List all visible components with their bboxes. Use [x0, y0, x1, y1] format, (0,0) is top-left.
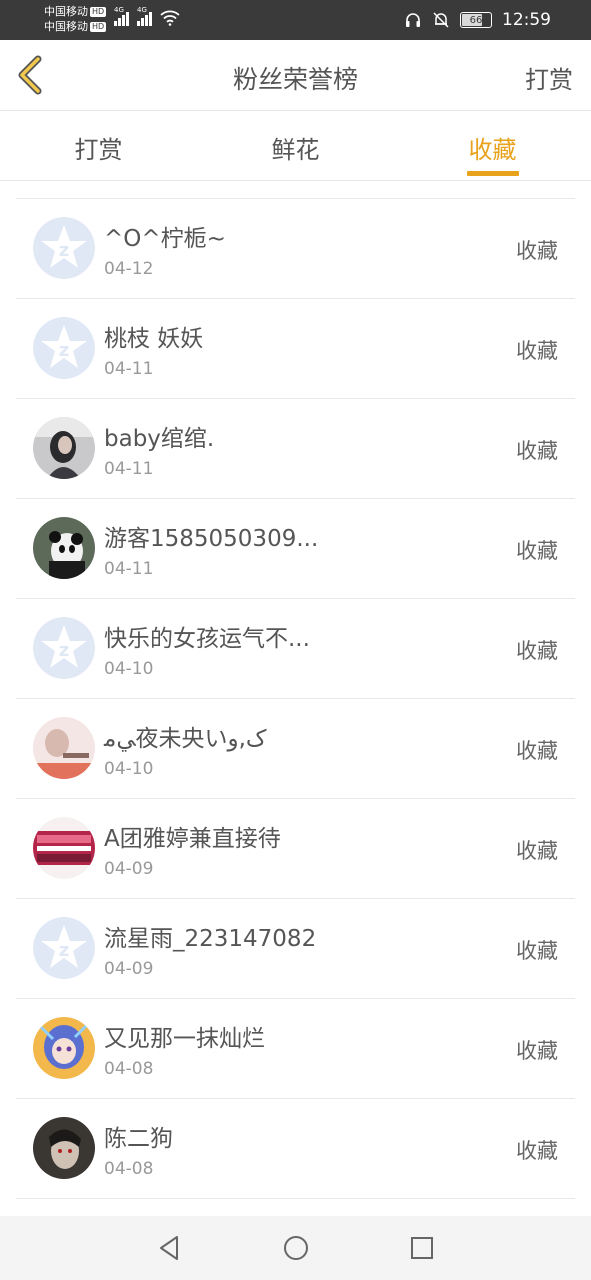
tab-reward[interactable]: 打赏 — [0, 111, 197, 180]
avatar: z — [33, 217, 95, 279]
default-avatar-icon: z — [33, 317, 95, 379]
svg-text:z: z — [59, 340, 69, 361]
battery-icon: 66 — [460, 12, 492, 28]
avatar — [33, 517, 95, 579]
user-name: 桃枝 妖妖 — [104, 326, 204, 352]
carrier-1: 中国移动 — [44, 5, 88, 18]
default-avatar-icon: z — [33, 617, 95, 679]
user-name: A团雅婷兼直接待 — [104, 826, 281, 852]
avatar — [33, 417, 95, 479]
user-photo-icon — [33, 417, 95, 479]
date: 04-08 — [104, 1159, 154, 1179]
clock: 12:59 — [502, 10, 551, 30]
date: 04-11 — [104, 559, 154, 579]
tab-flowers[interactable]: 鲜花 — [197, 111, 394, 180]
user-photo-icon — [33, 1017, 95, 1079]
record-type: 收藏 — [516, 239, 558, 263]
user-name: baby绾绾. — [104, 426, 215, 452]
record-type: 收藏 — [516, 539, 558, 563]
date: 04-10 — [104, 659, 154, 679]
system-nav-bar — [0, 1216, 591, 1280]
date: 04-09 — [104, 859, 154, 879]
back-triangle-icon[interactable] — [153, 1231, 187, 1265]
avatar: z — [33, 617, 95, 679]
avatar — [33, 817, 95, 879]
battery-level: 66 — [469, 15, 483, 26]
list-item[interactable]: 又见那一抹灿烂 04-08 收藏 — [16, 999, 575, 1099]
record-type: 收藏 — [516, 439, 558, 463]
hd-badge: HD — [90, 22, 107, 32]
avatar — [33, 717, 95, 779]
user-photo-icon — [33, 817, 95, 879]
reward-button[interactable]: 打赏 — [525, 60, 573, 95]
svg-text:z: z — [59, 240, 69, 261]
user-name: 快乐的女孩运气不... — [104, 626, 310, 652]
user-name: ^O^柠栀~ — [104, 226, 226, 252]
date: 04-10 — [104, 759, 154, 779]
date: 04-08 — [104, 1059, 154, 1079]
active-tab-indicator — [466, 171, 519, 176]
hd-badge: HD — [90, 7, 107, 17]
default-avatar-icon: z — [33, 917, 95, 979]
record-type: 收藏 — [516, 1139, 558, 1163]
date: 04-09 — [104, 959, 154, 979]
user-name: 游客1585050309... — [104, 526, 319, 552]
svg-text:z: z — [59, 940, 69, 961]
signal-indicators: 4G 4G — [114, 6, 180, 26]
avatar — [33, 1017, 95, 1079]
user-name: ﻲﻣ夜未央いک,ﻭ — [104, 726, 267, 752]
user-name: 流星雨_223147082 — [104, 926, 317, 952]
status-bar: 中国移动 HD 中国移动 HD 4G 4G 66 12:59 — [0, 0, 591, 40]
record-type: 收藏 — [516, 939, 558, 963]
date: 04-11 — [104, 459, 154, 479]
signal-icon: 4G — [137, 6, 152, 26]
default-avatar-icon: z — [33, 217, 95, 279]
user-photo-icon — [33, 1117, 95, 1179]
avatar: z — [33, 317, 95, 379]
recents-square-icon[interactable] — [405, 1231, 439, 1265]
user-photo-icon — [33, 717, 95, 779]
record-type: 收藏 — [516, 839, 558, 863]
list-item[interactable]: z ^O^柠栀~ 04-12 收藏 — [16, 199, 575, 299]
list-item[interactable]: ﻲﻣ夜未央いک,ﻭ 04-10 收藏 — [16, 699, 575, 799]
list-item[interactable]: z 流星雨_223147082 04-09 收藏 — [16, 899, 575, 999]
record-type: 收藏 — [516, 639, 558, 663]
record-type: 收藏 — [516, 739, 558, 763]
fan-list: z ^O^柠栀~ 04-12 收藏 z 桃枝 妖妖 04-11 收藏 baby绾… — [16, 198, 575, 1199]
svg-text:z: z — [59, 640, 69, 661]
date: 04-12 — [104, 259, 154, 279]
record-type: 收藏 — [516, 339, 558, 363]
avatar: z — [33, 917, 95, 979]
list-item[interactable]: 陈二狗 04-08 收藏 — [16, 1099, 575, 1199]
wifi-icon — [160, 10, 180, 26]
headphones-icon — [406, 13, 420, 27]
list-item[interactable]: baby绾绾. 04-11 收藏 — [16, 399, 575, 499]
home-circle-icon[interactable] — [279, 1231, 313, 1265]
page-title: 粉丝荣誉榜 — [232, 65, 358, 94]
carrier-2: 中国移动 — [44, 20, 88, 33]
tab-bar: 打赏 鲜花 收藏 — [0, 111, 591, 181]
record-type: 收藏 — [516, 1039, 558, 1063]
date: 04-11 — [104, 359, 154, 379]
carrier-info: 中国移动 HD 中国移动 HD — [44, 4, 107, 34]
header: 粉丝荣誉榜 打赏 — [0, 40, 591, 111]
list-item[interactable]: z 桃枝 妖妖 04-11 收藏 — [16, 299, 575, 399]
list-item[interactable]: 游客1585050309... 04-11 收藏 — [16, 499, 575, 599]
signal-icon: 4G — [114, 6, 129, 26]
user-name: 又见那一抹灿烂 — [104, 1026, 265, 1052]
user-photo-icon — [33, 517, 95, 579]
bell-mute-icon — [433, 12, 449, 28]
user-name: 陈二狗 — [104, 1126, 173, 1152]
list-item[interactable]: A团雅婷兼直接待 04-09 收藏 — [16, 799, 575, 899]
list-item[interactable]: z 快乐的女孩运气不... 04-10 收藏 — [16, 599, 575, 699]
tab-favorites[interactable]: 收藏 — [394, 111, 591, 180]
avatar — [33, 1117, 95, 1179]
